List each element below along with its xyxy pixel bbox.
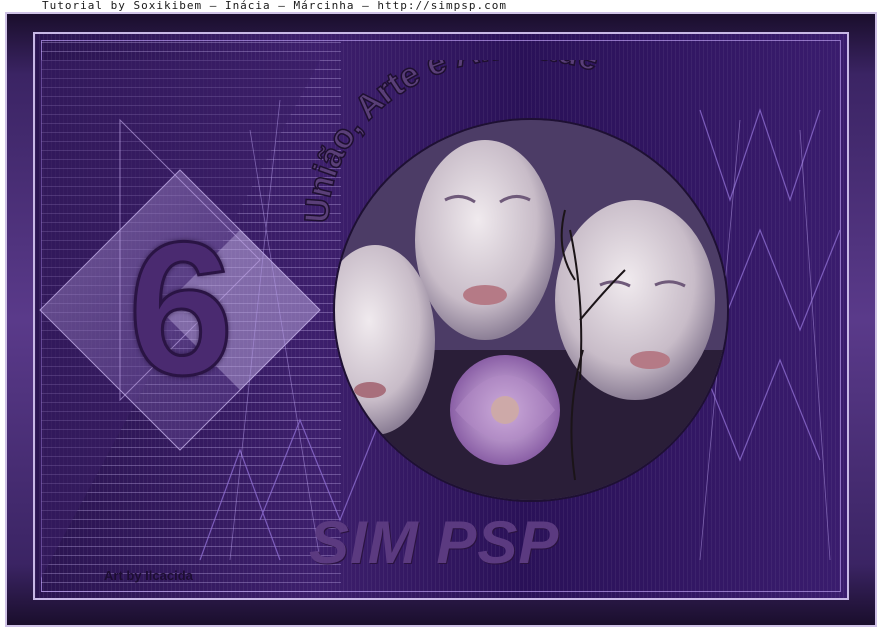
number-six: 6 bbox=[127, 203, 236, 415]
svg-text:União, Arte e Amizade: União, Arte e Amizade bbox=[298, 60, 603, 224]
artist-credit: Art by Ilcacida bbox=[104, 568, 193, 583]
arc-title: União, Arte e Amizade bbox=[297, 60, 604, 225]
arc-title-text: União, Arte e Amizade bbox=[297, 60, 604, 225]
main-title: SIM PSP bbox=[309, 509, 560, 576]
